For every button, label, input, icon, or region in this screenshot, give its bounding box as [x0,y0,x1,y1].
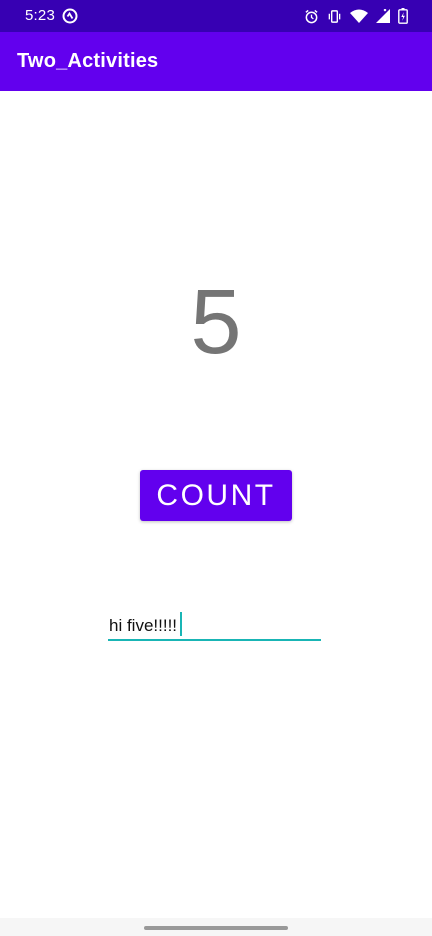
text-cursor [180,612,182,636]
app-screen: 5:23 Two_Activities 5 COUNT hi five!!!!! [0,0,432,936]
signal-icon [376,9,390,23]
count-button[interactable]: COUNT [140,470,292,521]
home-gesture-handle[interactable] [144,926,288,930]
app-bar: Two_Activities [0,32,432,91]
battery-icon [398,8,408,24]
app-title: Two_Activities [17,50,159,72]
message-edit-text: hi five!!!!! [109,616,178,635]
wifi-icon [350,9,368,23]
alarm-icon [305,9,318,23]
sync-icon [62,8,78,24]
count-display: 5 [190,271,242,373]
status-time: 5:23 [25,7,55,24]
gesture-nav-bar [0,918,432,936]
vibrate-icon [328,9,341,23]
edit-field-underline [108,639,321,641]
status-bar: 5:23 [0,0,432,32]
message-edit-field[interactable]: hi five!!!!! [108,608,321,641]
status-icons [304,7,408,25]
